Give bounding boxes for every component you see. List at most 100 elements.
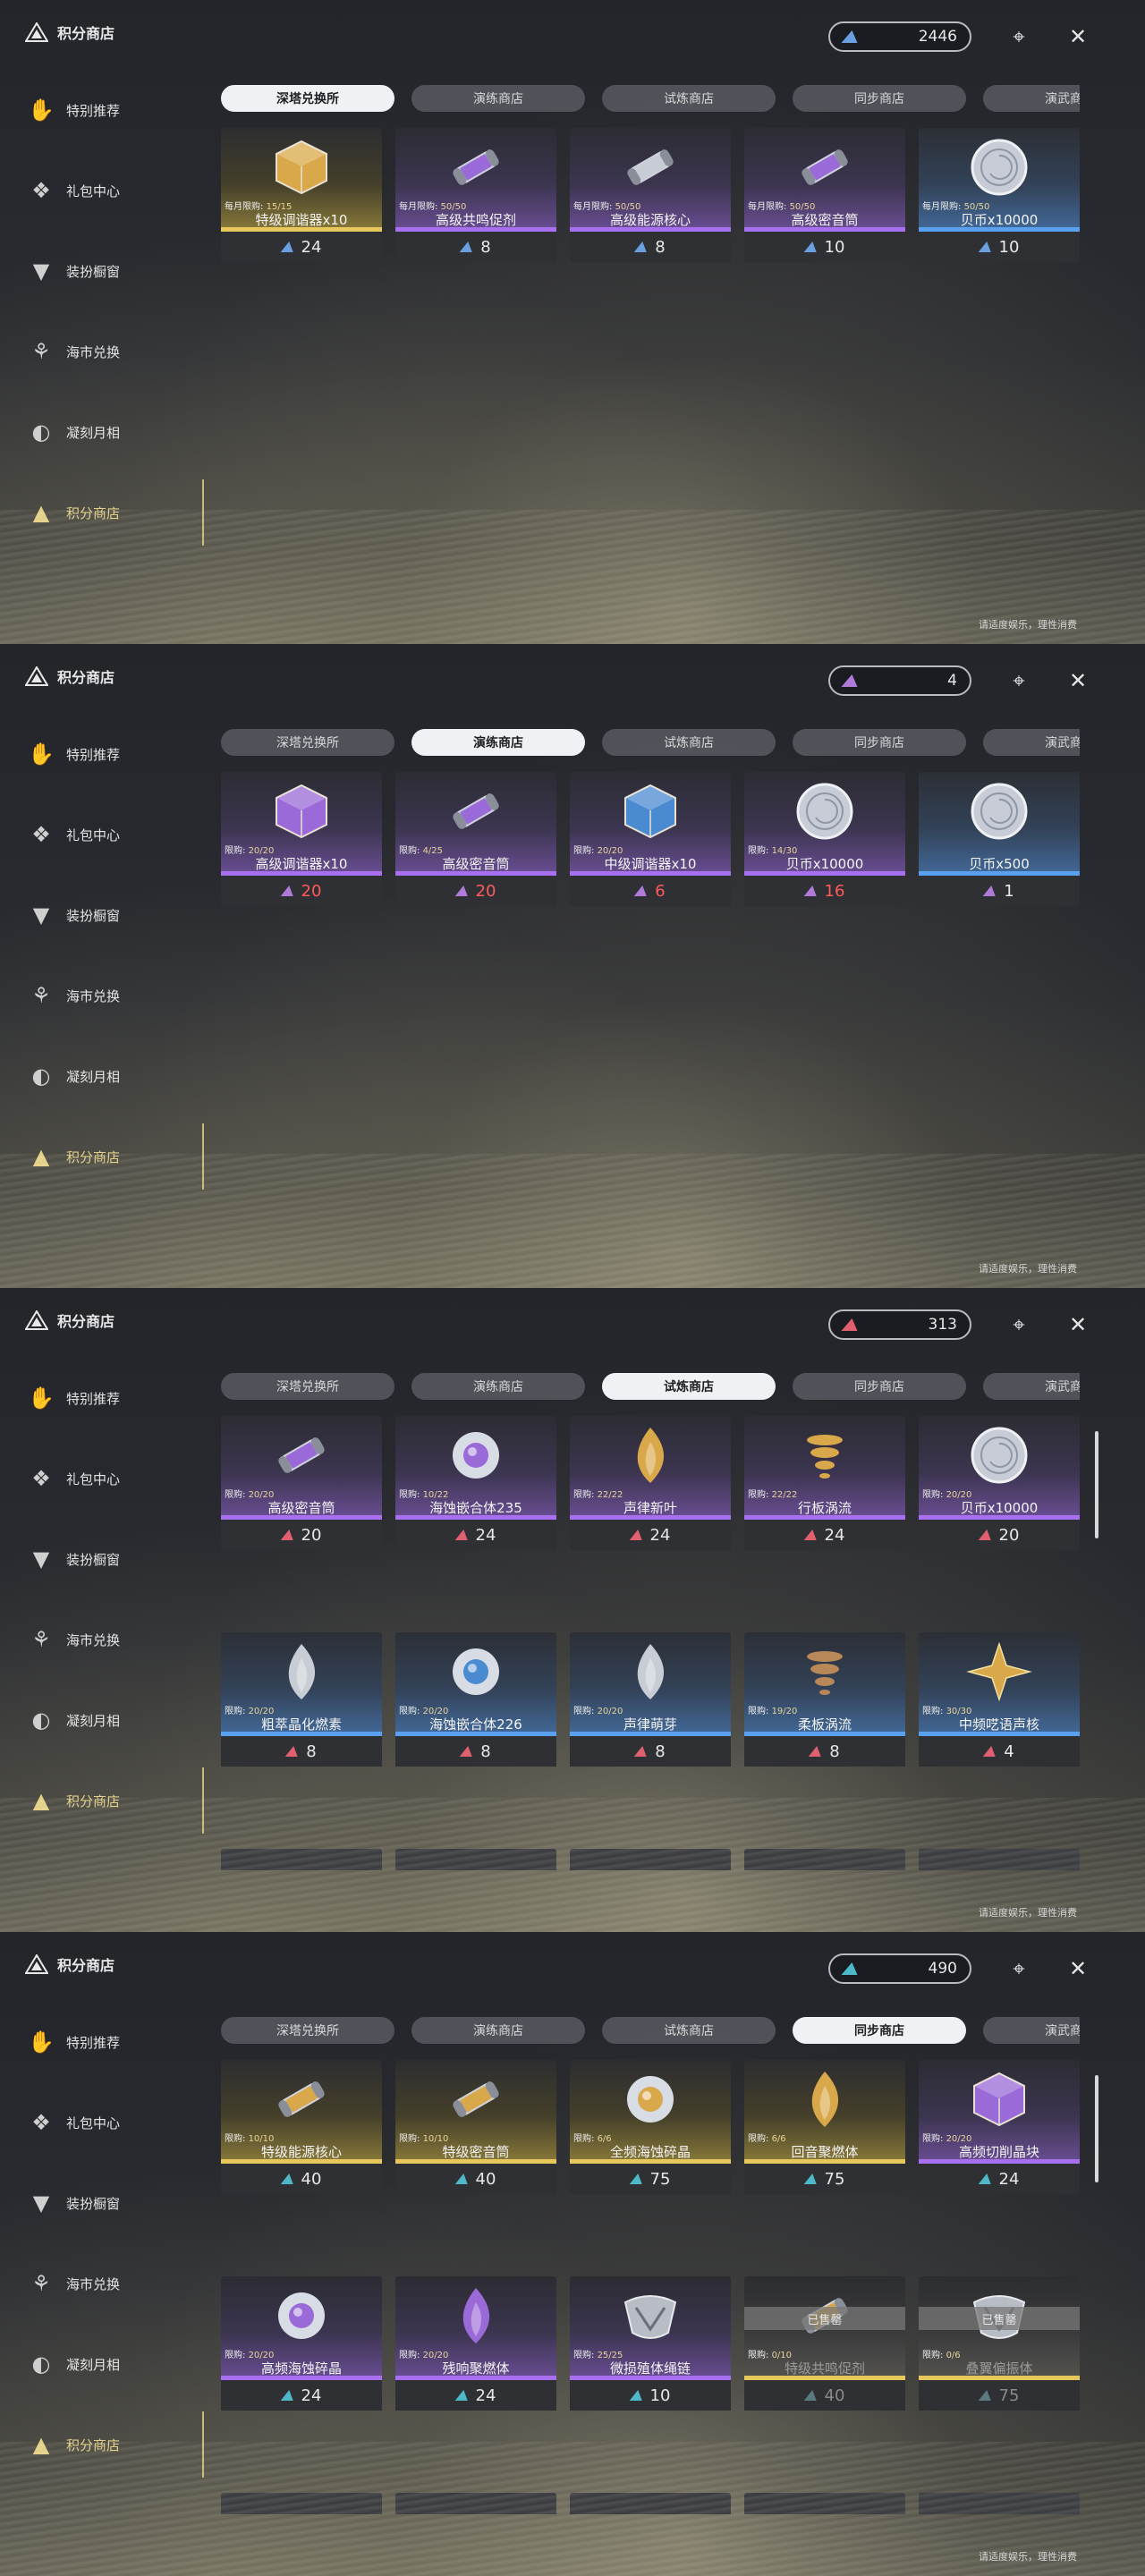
shop-item-card[interactable]: 限购: 20/20 声律萌芽 8 [570,1632,731,1767]
shop-item-card[interactable]: 限购: 20/20 高级调谐器x10 20 [221,772,382,906]
shop-item-card-partial[interactable] [744,2493,905,2514]
tab-0[interactable]: 深塔兑换所 [221,85,394,112]
shop-item-card[interactable]: 限购: 6/6 回音聚燃体 75 [744,2060,905,2194]
card-art-area: 每月限购: 50/50 贝币x10000 [919,128,1080,232]
shop-item-card-partial[interactable] [919,2493,1080,2514]
close-icon[interactable]: ✕ [1063,21,1093,52]
target-icon[interactable]: ⌖ [1004,1309,1034,1340]
target-icon[interactable]: ⌖ [1004,21,1034,52]
shop-item-card[interactable]: 限购: 4/25 高级密音筒 20 [395,772,556,906]
tab-4[interactable]: 演武商店 [983,2017,1080,2044]
shop-item-card[interactable]: 限购: 10/22 海蚀嵌合体235 24 [395,1416,556,1550]
sidebar-item-2[interactable]: ▼ 装扮橱窗 [25,231,195,311]
shop-item-card[interactable]: 限购: 30/30 中频呓语声核 4 [919,1632,1080,1767]
shop-item-card[interactable]: 限购: 20/20 粗萃晶化燃素 8 [221,1632,382,1767]
shop-item-card[interactable]: 限购: 20/20 贝币x10000 20 [919,1416,1080,1550]
scrollbar[interactable] [1095,2075,1098,2182]
tab-4[interactable]: 演武商店 [983,1373,1080,1400]
shop-item-card[interactable]: 限购: 20/20 海蚀嵌合体226 8 [395,1632,556,1767]
shop-item-card-partial[interactable] [221,2493,382,2514]
price-row: 40 [744,2380,905,2411]
shop-item-card[interactable]: 每月限购: 15/15 特级调谐器x10 24 [221,128,382,262]
shop-item-card[interactable]: 每月限购: 50/50 高级密音筒 10 [744,128,905,262]
shop-item-card[interactable]: 限购: 20/20 中级调谐器x10 6 [570,772,731,906]
sidebar-item-5[interactable]: ▲ 积分商店 [25,1760,204,1841]
shop-item-card[interactable]: 限购: 10/10 特级密音筒 40 [395,2060,556,2194]
shop-item-card-partial[interactable] [570,1849,731,1870]
tab-2[interactable]: 试炼商店 [602,1373,776,1400]
sidebar-item-4[interactable]: ◐ 凝刻月相 [25,392,195,472]
shop-item-card[interactable]: 限购: 20/20 高级密音筒 20 [221,1416,382,1550]
tab-3[interactable]: 同步商店 [793,1373,966,1400]
sidebar-item-2[interactable]: ▼ 装扮橱窗 [25,1519,195,1599]
tab-4[interactable]: 演武商店 [983,729,1080,756]
shop-item-card[interactable]: 限购: 22/22 声律新叶 24 [570,1416,731,1550]
shop-item-card[interactable]: 每月限购: 50/50 高级共鸣促剂 8 [395,128,556,262]
sidebar-item-0[interactable]: ✋ 特别推荐 [25,70,195,150]
tab-4[interactable]: 演武商店 [983,85,1080,112]
shop-item-card-partial[interactable] [744,1849,905,1870]
sidebar-item-1[interactable]: ❖ 礼包中心 [25,2082,195,2163]
shop-item-card[interactable]: 限购: 19/20 柔板涡流 8 [744,1632,905,1767]
shop-item-card[interactable]: 限购: 20/20 高频海蚀碎晶 24 [221,2276,382,2411]
tab-1[interactable]: 演练商店 [411,1373,585,1400]
shop-item-card[interactable]: 每月限购: 50/50 贝币x10000 10 [919,128,1080,262]
tab-0[interactable]: 深塔兑换所 [221,729,394,756]
sidebar-item-0[interactable]: ✋ 特别推荐 [25,714,195,794]
sidebar-item-1[interactable]: ❖ 礼包中心 [25,1438,195,1519]
tab-3[interactable]: 同步商店 [793,2017,966,2044]
shop-item-card-partial[interactable] [395,2493,556,2514]
shop-item-card-partial[interactable] [919,1849,1080,1870]
sidebar-item-0[interactable]: ✋ 特别推荐 [25,2002,195,2082]
sidebar-item-5[interactable]: ▲ 积分商店 [25,2404,204,2485]
tab-0[interactable]: 深塔兑换所 [221,1373,394,1400]
sidebar-item-3[interactable]: ⚘ 海市兑换 [25,1599,195,1680]
scrollbar[interactable] [1095,1431,1098,1538]
shop-item-card[interactable]: 限购: 22/22 行板涡流 24 [744,1416,905,1550]
tab-3[interactable]: 同步商店 [793,85,966,112]
shop-item-card[interactable]: 每月限购: 50/50 高级能源核心 8 [570,128,731,262]
sidebar-item-0[interactable]: ✋ 特别推荐 [25,1358,195,1438]
tab-0[interactable]: 深塔兑换所 [221,2017,394,2044]
tab-2[interactable]: 试炼商店 [602,2017,776,2044]
tab-1[interactable]: 演练商店 [411,2017,585,2044]
shop-item-card[interactable]: 限购: 6/6 全频海蚀碎晶 75 [570,2060,731,2194]
target-icon[interactable]: ⌖ [1004,1953,1034,1984]
sidebar-item-4[interactable]: ◐ 凝刻月相 [25,1680,195,1760]
shop-item-card[interactable]: 限购: 0/10 已售罄 特级共鸣促剂 40 [744,2276,905,2411]
shop-item-card-partial[interactable] [395,1849,556,1870]
item-price: 24 [824,1525,845,1545]
target-icon[interactable]: ⌖ [1004,665,1034,696]
shop-item-card[interactable]: 限购: 20/20 高频切削晶块 24 [919,2060,1080,2194]
sidebar-item-5[interactable]: ▲ 积分商店 [25,472,204,553]
close-icon[interactable]: ✕ [1063,665,1093,696]
shop-item-card-partial[interactable] [221,1849,382,1870]
close-icon[interactable]: ✕ [1063,1953,1093,1984]
sidebar-item-4[interactable]: ◐ 凝刻月相 [25,2324,195,2404]
sidebar-item-1[interactable]: ❖ 礼包中心 [25,150,195,231]
shop-item-card[interactable]: 限购: 14/30 贝币x10000 16 [744,772,905,906]
sidebar-item-4[interactable]: ◐ 凝刻月相 [25,1036,195,1116]
close-icon[interactable]: ✕ [1063,1309,1093,1340]
tab-1[interactable]: 演练商店 [411,85,585,112]
sidebar-item-3[interactable]: ⚘ 海市兑换 [25,2243,195,2324]
sidebar-item-5[interactable]: ▲ 积分商店 [25,1116,204,1197]
price-row: 8 [395,1736,556,1767]
shop-item-card[interactable]: 限购: 25/25 微损殖体绳链 10 [570,2276,731,2411]
sidebar-item-2[interactable]: ▼ 装扮橱窗 [25,875,195,955]
tab-3[interactable]: 同步商店 [793,729,966,756]
tab-1[interactable]: 演练商店 [411,729,585,756]
tab-2[interactable]: 试炼商店 [602,85,776,112]
shop-item-card[interactable]: 限购: 0/6 已售罄 叠翼偏振体 75 [919,2276,1080,2411]
tab-2[interactable]: 试炼商店 [602,729,776,756]
sidebar-item-3[interactable]: ⚘ 海市兑换 [25,311,195,392]
sidebar-item-1[interactable]: ❖ 礼包中心 [25,794,195,875]
sidebar-item-label: 海市兑换 [66,987,121,1004]
shop-item-card[interactable]: 贝币x500 1 [919,772,1080,906]
shop-item-card[interactable]: 限购: 10/10 特级能源核心 40 [221,2060,382,2194]
item-name: 柔板涡流 [797,1716,852,1733]
shop-item-card-partial[interactable] [570,2493,731,2514]
shop-item-card[interactable]: 限购: 20/20 残响聚燃体 24 [395,2276,556,2411]
sidebar-item-2[interactable]: ▼ 装扮橱窗 [25,2163,195,2243]
sidebar-item-3[interactable]: ⚘ 海市兑换 [25,955,195,1036]
